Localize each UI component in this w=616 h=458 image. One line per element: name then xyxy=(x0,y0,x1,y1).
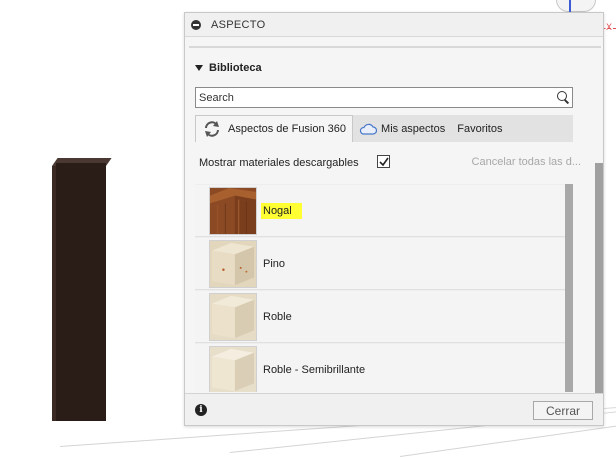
dialog-header[interactable]: ASPECTO xyxy=(185,13,603,37)
section-title: Biblioteca xyxy=(209,62,262,74)
material-name: Pino xyxy=(263,257,286,270)
triangle-down-icon[interactable] xyxy=(195,65,203,71)
cloud-icon xyxy=(359,123,378,135)
divider xyxy=(189,46,601,48)
material-list: Nogal Pino Roble Roble - Semibrillante xyxy=(195,184,573,392)
list-scrollbar[interactable] xyxy=(565,184,573,392)
refresh-icon[interactable] xyxy=(202,119,222,139)
viewcube[interactable] xyxy=(556,0,596,12)
library-tabs: Aspectos de Fusion 360 Mis aspectos Favo… xyxy=(195,115,573,142)
material-thumbnail-nogal xyxy=(209,186,257,235)
grid-line xyxy=(399,423,616,457)
search-icon[interactable] xyxy=(554,88,572,107)
appearance-dialog: ASPECTO Biblioteca Aspectos de Fusion 36… xyxy=(184,12,604,426)
collapse-icon[interactable] xyxy=(191,19,201,30)
material-thumbnail-roble-semibrillante xyxy=(209,345,257,392)
cancel-all-downloads-link[interactable]: Cancelar todas las d... xyxy=(472,156,581,168)
tab-my-appearances[interactable]: Mis aspectos xyxy=(353,115,451,142)
material-name: Roble - Semibrillante xyxy=(263,363,366,376)
axis-x-label: X xyxy=(606,22,613,32)
tab-label: Favoritos xyxy=(457,122,503,135)
close-button[interactable]: Cerrar xyxy=(533,401,593,420)
tab-favorites[interactable]: Favoritos xyxy=(451,115,508,142)
material-name: Roble xyxy=(263,310,292,323)
show-downloadable-row: Mostrar materiales descargables Cancelar… xyxy=(199,155,591,171)
search-box[interactable] xyxy=(195,87,573,108)
show-downloadable-label: Mostrar materiales descargables xyxy=(199,157,359,169)
list-item-roble-semibrillante[interactable]: Roble - Semibrillante xyxy=(195,344,565,392)
dialog-footer: i Cerrar xyxy=(185,393,603,425)
list-item-nogal[interactable]: Nogal xyxy=(195,185,565,237)
list-item-pino[interactable]: Pino xyxy=(195,238,565,290)
tab-fusion-appearances[interactable]: Aspectos de Fusion 360 xyxy=(195,115,354,142)
search-input[interactable] xyxy=(196,88,554,107)
dialog-title: ASPECTO xyxy=(211,18,266,31)
dialog-scrollbar[interactable] xyxy=(595,163,603,395)
list-item-roble[interactable]: Roble xyxy=(195,291,565,343)
tab-label: Mis aspectos xyxy=(381,122,446,135)
tab-label: Aspectos de Fusion 360 xyxy=(228,123,347,135)
model-plank-front-face[interactable] xyxy=(56,163,106,421)
info-icon[interactable]: i xyxy=(195,404,207,416)
library-section-header[interactable]: Biblioteca xyxy=(195,62,262,74)
material-thumbnail-roble xyxy=(209,292,257,341)
material-name: Nogal xyxy=(261,202,302,219)
show-downloadable-checkbox[interactable] xyxy=(377,155,390,168)
material-thumbnail-pino xyxy=(209,239,257,288)
list-scrollbar-thumb[interactable] xyxy=(565,184,573,392)
